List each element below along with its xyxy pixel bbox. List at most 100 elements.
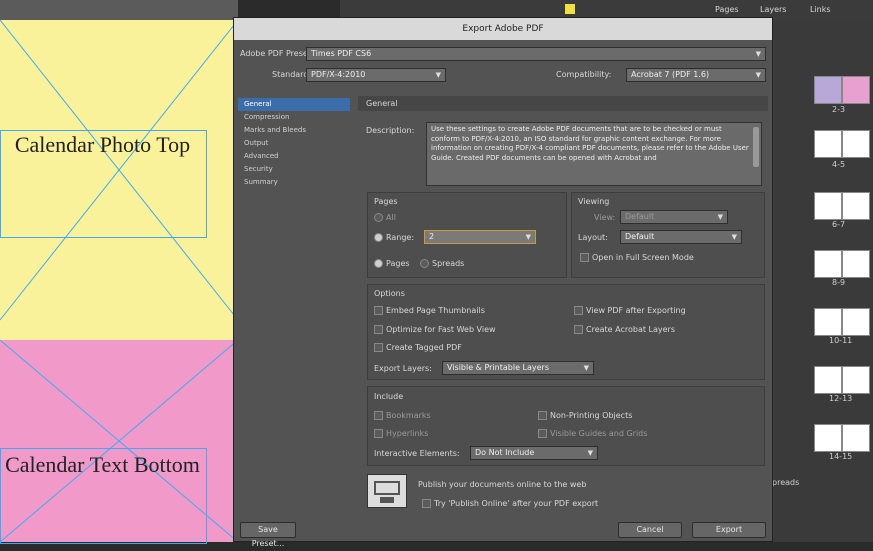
description-text: Use these settings to create Adobe PDF d… [431, 125, 749, 162]
page-thumb-8[interactable] [842, 250, 870, 278]
bookmarks-box [374, 411, 383, 420]
page-thumb-9[interactable] [814, 308, 842, 336]
chevron-down-icon: ▼ [583, 364, 589, 372]
radio-all-indicator [374, 213, 383, 222]
page-thumb-6[interactable] [842, 192, 870, 220]
embed-thumbnails-label: Embed Page Thumbnails [386, 306, 485, 315]
radio-pages-indicator [374, 259, 383, 268]
visible-guides-checkbox[interactable]: Visible Guides and Grids [538, 429, 647, 438]
bookmarks-checkbox[interactable]: Bookmarks [374, 411, 431, 420]
page-thumb-2[interactable] [842, 76, 870, 104]
description-scrollbar[interactable] [753, 127, 759, 167]
page-thumb-11[interactable] [814, 366, 842, 394]
export-button[interactable]: Export [692, 522, 766, 538]
tagged-pdf-checkbox[interactable]: Create Tagged PDF [374, 343, 462, 352]
tab-pages[interactable]: Pages [715, 5, 739, 14]
nav-item-summary[interactable]: Summary [238, 176, 350, 189]
bookmarks-label: Bookmarks [386, 411, 431, 420]
optimize-web-checkbox[interactable]: Optimize for Fast Web View [374, 325, 496, 334]
nav-item-compression[interactable]: Compression [238, 111, 350, 124]
interactive-elements-dropdown[interactable]: Do Not Include ▼ [470, 446, 598, 460]
non-printing-checkbox[interactable]: Non-Printing Objects [538, 411, 632, 420]
standard-value: PDF/X-4:2010 [311, 70, 366, 79]
page-thumb-4[interactable] [842, 130, 870, 158]
swatch-icon[interactable] [565, 4, 575, 14]
pink-page[interactable]: Calendar Text Bottom [0, 340, 238, 544]
range-input[interactable]: 2 ▼ [424, 230, 536, 244]
radio-pages-label: Pages [386, 259, 410, 268]
chevron-down-icon: ▼ [525, 233, 531, 241]
section-header: General [358, 96, 768, 111]
view-dropdown[interactable]: Default ▼ [620, 210, 728, 224]
view-after-export-checkbox[interactable]: View PDF after Exporting [574, 306, 686, 315]
category-list: General Compression Marks and Bleeds Out… [238, 92, 352, 502]
hyperlinks-checkbox[interactable]: Hyperlinks [374, 429, 428, 438]
radio-pages[interactable]: Pages [374, 259, 410, 268]
visible-guides-label: Visible Guides and Grids [550, 429, 648, 438]
export-layers-dropdown[interactable]: Visible & Printable Layers ▼ [442, 361, 594, 375]
page-label: 8-9 [832, 278, 846, 287]
export-layers-label: Export Layers: [374, 364, 432, 373]
panel-footer-text: preads [772, 478, 800, 487]
radio-all[interactable]: All [374, 213, 396, 222]
tab-links[interactable]: Links [810, 5, 831, 14]
text-frame-text: Calendar Text Bottom [5, 452, 200, 477]
compatibility-dropdown[interactable]: Acrobat 7 (PDF 1.6) ▼ [626, 68, 766, 82]
description-box[interactable]: Use these settings to create Adobe PDF d… [426, 122, 762, 186]
embed-thumbnails-checkbox[interactable]: Embed Page Thumbnails [374, 306, 485, 315]
pages-panel: 2-3 4-5 6-7 8-9 10-11 12-13 14-15 preads [766, 20, 873, 542]
view-label: View: [594, 213, 616, 222]
options-group-title: Options [374, 289, 405, 298]
description-label: Description: [366, 126, 415, 135]
save-preset-button[interactable]: Save Preset... [240, 522, 296, 548]
publish-online-checkbox[interactable]: Try 'Publish Online' after your PDF expo… [422, 499, 598, 508]
layout-value: Default [625, 232, 655, 241]
include-group: Include Bookmarks Non-Printing Objects H… [367, 386, 765, 466]
nav-item-marks-bleeds[interactable]: Marks and Bleeds [238, 124, 350, 137]
compatibility-label: Compatibility: [556, 70, 612, 79]
page-thumb-13[interactable] [814, 424, 842, 452]
page-thumb-7[interactable] [814, 250, 842, 278]
nav-item-advanced[interactable]: Advanced [238, 150, 350, 163]
create-layers-label: Create Acrobat Layers [586, 325, 675, 334]
view-after-export-box [574, 306, 583, 315]
compatibility-value: Acrobat 7 (PDF 1.6) [631, 70, 710, 79]
cancel-button[interactable]: Cancel [618, 522, 682, 538]
radio-range[interactable]: Range: [374, 233, 414, 242]
create-layers-checkbox[interactable]: Create Acrobat Layers [574, 325, 675, 334]
monitor-stand [380, 497, 394, 503]
page-thumb-5[interactable] [814, 192, 842, 220]
page-thumb-10[interactable] [842, 308, 870, 336]
chevron-down-icon: ▼ [755, 50, 761, 58]
page-thumb-14[interactable] [842, 424, 870, 452]
page-thumb-1[interactable] [814, 76, 842, 104]
fullscreen-checkbox[interactable]: Open in Full Screen Mode [580, 253, 694, 262]
interactive-elements-value: Do Not Include [475, 448, 535, 457]
layout-dropdown[interactable]: Default ▼ [620, 230, 742, 244]
publish-online-box [422, 499, 431, 508]
fullscreen-label: Open in Full Screen Mode [592, 253, 694, 262]
nav-item-output[interactable]: Output [238, 137, 350, 150]
tagged-pdf-box [374, 343, 383, 352]
tab-layers[interactable]: Layers [760, 5, 786, 14]
preset-value: Times PDF CS6 [311, 49, 372, 58]
page-thumb-3[interactable] [814, 130, 842, 158]
options-group: Options Embed Page Thumbnails View PDF a… [367, 284, 765, 380]
standard-dropdown[interactable]: PDF/X-4:2010 ▼ [306, 68, 446, 82]
radio-range-label: Range: [386, 233, 415, 242]
hyperlinks-label: Hyperlinks [386, 429, 429, 438]
fullscreen-checkbox-box [580, 253, 589, 262]
nav-item-general[interactable]: General [238, 98, 350, 111]
radio-spreads[interactable]: Spreads [420, 259, 464, 268]
page-label: 2-3 [832, 105, 846, 114]
page-thumb-12[interactable] [842, 366, 870, 394]
include-group-title: Include [374, 392, 404, 401]
export-pdf-dialog: Export Adobe PDF Adobe PDF Preset: Times… [233, 17, 773, 548]
preset-dropdown[interactable]: Times PDF CS6 ▼ [306, 47, 766, 61]
hyperlinks-box [374, 429, 383, 438]
radio-range-indicator [374, 233, 383, 242]
nav-item-security[interactable]: Security [238, 163, 350, 176]
interactive-elements-label: Interactive Elements: [374, 449, 460, 458]
yellow-page[interactable]: Calendar Photo Top [0, 20, 238, 340]
visible-guides-box [538, 429, 547, 438]
